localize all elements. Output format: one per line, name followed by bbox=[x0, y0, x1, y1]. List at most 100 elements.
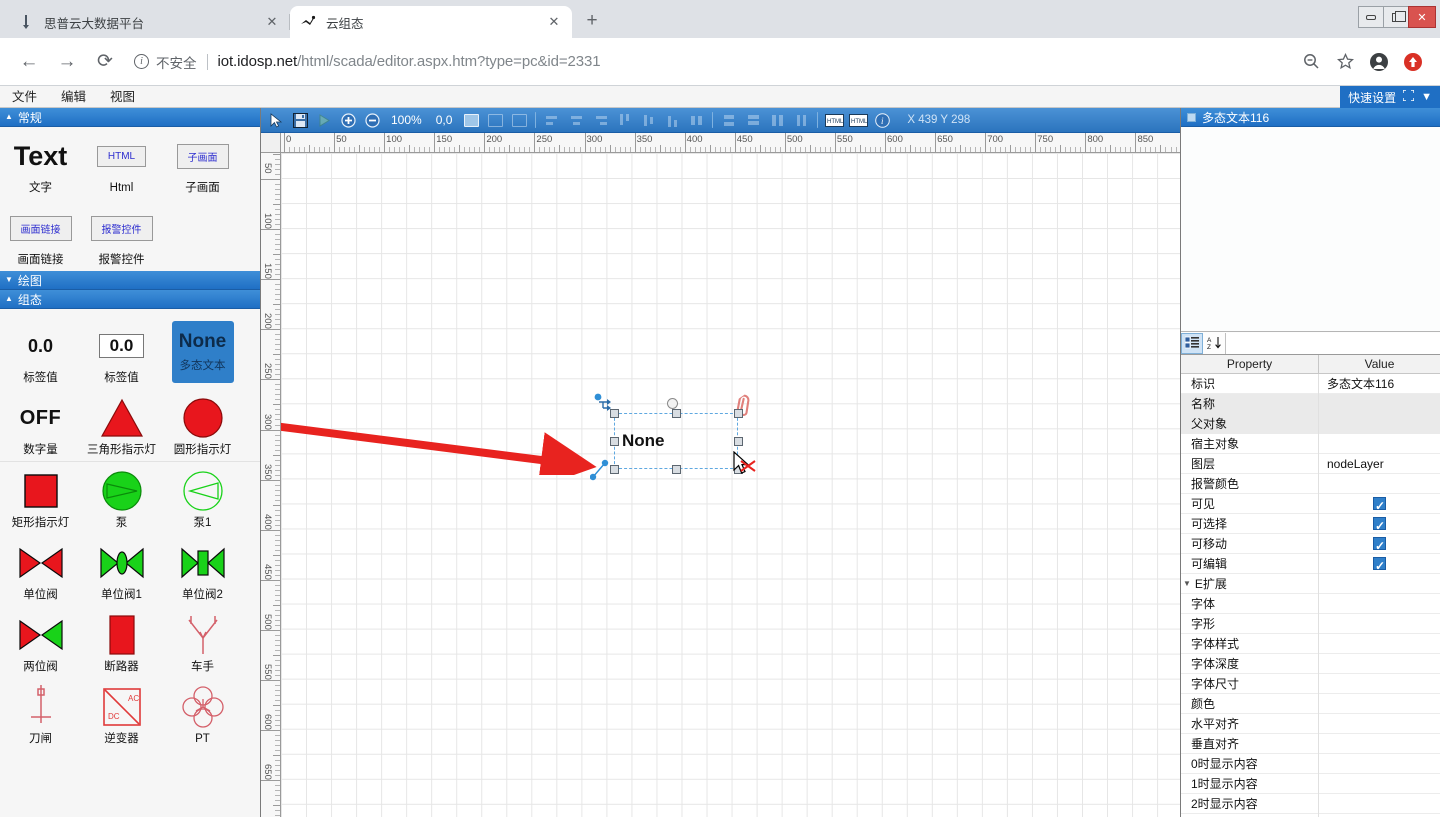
property-value[interactable] bbox=[1319, 494, 1440, 514]
property-value[interactable] bbox=[1319, 474, 1440, 494]
palette-item-valve1[interactable]: 单位阀1 bbox=[81, 534, 162, 606]
same-width-icon[interactable] bbox=[742, 110, 764, 131]
select-arrow-icon[interactable] bbox=[265, 110, 287, 131]
save-icon[interactable] bbox=[289, 110, 311, 131]
palette-item-knife-switch[interactable]: 刀闸 bbox=[0, 678, 81, 750]
palette-item-digital[interactable]: OFF 数字量 bbox=[0, 389, 81, 461]
resize-handle-nw[interactable] bbox=[610, 409, 619, 418]
property-value[interactable] bbox=[1319, 414, 1440, 434]
property-row[interactable]: 宿主对象 bbox=[1181, 434, 1440, 454]
fit-screen-icon[interactable] bbox=[460, 110, 482, 131]
checkbox-checked-icon[interactable] bbox=[1373, 557, 1386, 570]
close-window-button[interactable]: ✕ bbox=[1408, 6, 1436, 28]
html-preview-icon[interactable]: HTML bbox=[823, 110, 845, 131]
palette-item-breaker[interactable]: 断路器 bbox=[81, 606, 162, 678]
align-right-icon[interactable] bbox=[589, 110, 611, 131]
palette-item-pump1[interactable]: 泵1 bbox=[162, 462, 243, 534]
zoom-out-icon[interactable] bbox=[361, 110, 383, 131]
property-value[interactable] bbox=[1319, 814, 1440, 818]
property-value[interactable] bbox=[1319, 714, 1440, 734]
property-row[interactable]: 字形 bbox=[1181, 614, 1440, 634]
same-size-icon[interactable] bbox=[790, 110, 812, 131]
quick-settings-button[interactable]: 快速设置 ▼ bbox=[1340, 86, 1440, 108]
property-row[interactable]: 可编辑 bbox=[1181, 554, 1440, 574]
rotate-handle-icon[interactable] bbox=[667, 398, 678, 409]
property-search-input[interactable] bbox=[1225, 333, 1440, 354]
palette-item-text[interactable]: Text 文字 bbox=[0, 127, 81, 199]
palette-group-drawing[interactable]: ▼ 绘图 bbox=[0, 271, 260, 290]
property-row[interactable]: 名称 bbox=[1181, 394, 1440, 414]
property-row[interactable]: 颜色 bbox=[1181, 694, 1440, 714]
palette-item-valve2[interactable]: 单位阀2 bbox=[162, 534, 243, 606]
align-top-icon[interactable] bbox=[613, 110, 635, 131]
property-value[interactable] bbox=[1319, 634, 1440, 654]
property-row[interactable]: 父对象 bbox=[1181, 414, 1440, 434]
palette-item-html[interactable]: HTML Html bbox=[81, 127, 162, 199]
property-value[interactable] bbox=[1319, 734, 1440, 754]
vertical-ruler[interactable]: 50100150200250300350400450500550600650 bbox=[261, 153, 281, 817]
property-value[interactable] bbox=[1319, 774, 1440, 794]
html-export-icon[interactable]: HTML bbox=[847, 110, 869, 131]
chevron-down-icon[interactable]: ▼ bbox=[1421, 91, 1432, 103]
same-height-icon[interactable] bbox=[766, 110, 788, 131]
property-value[interactable] bbox=[1319, 514, 1440, 534]
back-button[interactable]: ← bbox=[12, 45, 46, 79]
palette-item-subscreen[interactable]: 子画面 子画面 bbox=[162, 127, 243, 199]
palette-item-tagvalue-box[interactable]: 0.0 标签值 bbox=[81, 317, 162, 389]
close-icon[interactable]: ✕ bbox=[264, 14, 280, 30]
categorize-icon[interactable] bbox=[1181, 333, 1203, 354]
design-canvas[interactable]: None bbox=[281, 153, 1180, 817]
property-value[interactable] bbox=[1319, 694, 1440, 714]
palette-item-triangle-lamp[interactable]: 三角形指示灯 bbox=[81, 389, 162, 461]
palette-item-tagvalue[interactable]: 0.0 标签值 bbox=[0, 317, 81, 389]
property-row[interactable]: 可见 bbox=[1181, 494, 1440, 514]
url-bar[interactable]: i 不安全 iot.idosp.net/html/scada/editor.as… bbox=[134, 46, 1288, 78]
distribute-v-icon[interactable] bbox=[718, 110, 740, 131]
property-row[interactable]: 0时显示内容 bbox=[1181, 754, 1440, 774]
browser-tab-2[interactable]: 云组态 ✕ bbox=[290, 6, 572, 38]
object-tree[interactable] bbox=[1181, 127, 1440, 332]
property-row[interactable]: 字体 bbox=[1181, 594, 1440, 614]
property-value[interactable] bbox=[1319, 534, 1440, 554]
zoom-out-icon[interactable] bbox=[1296, 47, 1326, 77]
palette-item-screenlink[interactable]: 画面链接 画面链接 bbox=[0, 199, 81, 271]
palette-item-pump[interactable]: 泵 bbox=[81, 462, 162, 534]
property-value[interactable]: 多态文本116 bbox=[1319, 374, 1440, 394]
align-middle-icon[interactable] bbox=[637, 110, 659, 131]
property-value[interactable] bbox=[1319, 574, 1440, 594]
resize-handle-n[interactable] bbox=[672, 409, 681, 418]
property-value[interactable] bbox=[1319, 594, 1440, 614]
palette-item-circle-lamp[interactable]: 圆形指示灯 bbox=[162, 389, 243, 461]
new-tab-button[interactable]: + bbox=[578, 7, 606, 35]
palette-item-inverter[interactable]: ACDC 逆变器 bbox=[81, 678, 162, 750]
resize-icon[interactable] bbox=[1403, 90, 1414, 104]
play-icon[interactable] bbox=[313, 110, 335, 131]
resize-handle-w[interactable] bbox=[610, 437, 619, 446]
palette-item-two-position-valve[interactable]: 两位阀 bbox=[0, 606, 81, 678]
property-value[interactable] bbox=[1319, 674, 1440, 694]
selected-object[interactable]: None bbox=[594, 393, 734, 473]
sort-az-icon[interactable]: AZ bbox=[1203, 333, 1225, 354]
resize-handle-e[interactable] bbox=[734, 437, 743, 446]
property-value[interactable] bbox=[1319, 434, 1440, 454]
property-row[interactable]: 图层nodeLayer bbox=[1181, 454, 1440, 474]
checkbox-checked-icon[interactable] bbox=[1373, 517, 1386, 530]
align-center-icon[interactable] bbox=[565, 110, 587, 131]
resize-handle-ne[interactable] bbox=[734, 409, 743, 418]
property-row[interactable]: 标识多态文本116 bbox=[1181, 374, 1440, 394]
property-row[interactable]: 可选择 bbox=[1181, 514, 1440, 534]
property-value[interactable]: nodeLayer bbox=[1319, 454, 1440, 474]
reload-button[interactable]: ⟳ bbox=[88, 45, 122, 79]
align-bottom-icon[interactable] bbox=[661, 110, 683, 131]
security-status[interactable]: i 不安全 bbox=[134, 52, 197, 72]
property-row[interactable]: 字体样式 bbox=[1181, 634, 1440, 654]
resize-handle-s[interactable] bbox=[672, 465, 681, 474]
property-row[interactable]: ▼E扩展 bbox=[1181, 574, 1440, 594]
menu-file[interactable]: 文件 bbox=[0, 86, 49, 108]
palette-item-rect-lamp[interactable]: 矩形指示灯 bbox=[0, 462, 81, 534]
update-icon[interactable] bbox=[1398, 47, 1428, 77]
close-icon[interactable]: ✕ bbox=[546, 14, 562, 30]
info-icon[interactable]: i bbox=[871, 110, 893, 131]
chevron-down-icon[interactable]: ▼ bbox=[1183, 574, 1191, 594]
checkbox-checked-icon[interactable] bbox=[1373, 497, 1386, 510]
